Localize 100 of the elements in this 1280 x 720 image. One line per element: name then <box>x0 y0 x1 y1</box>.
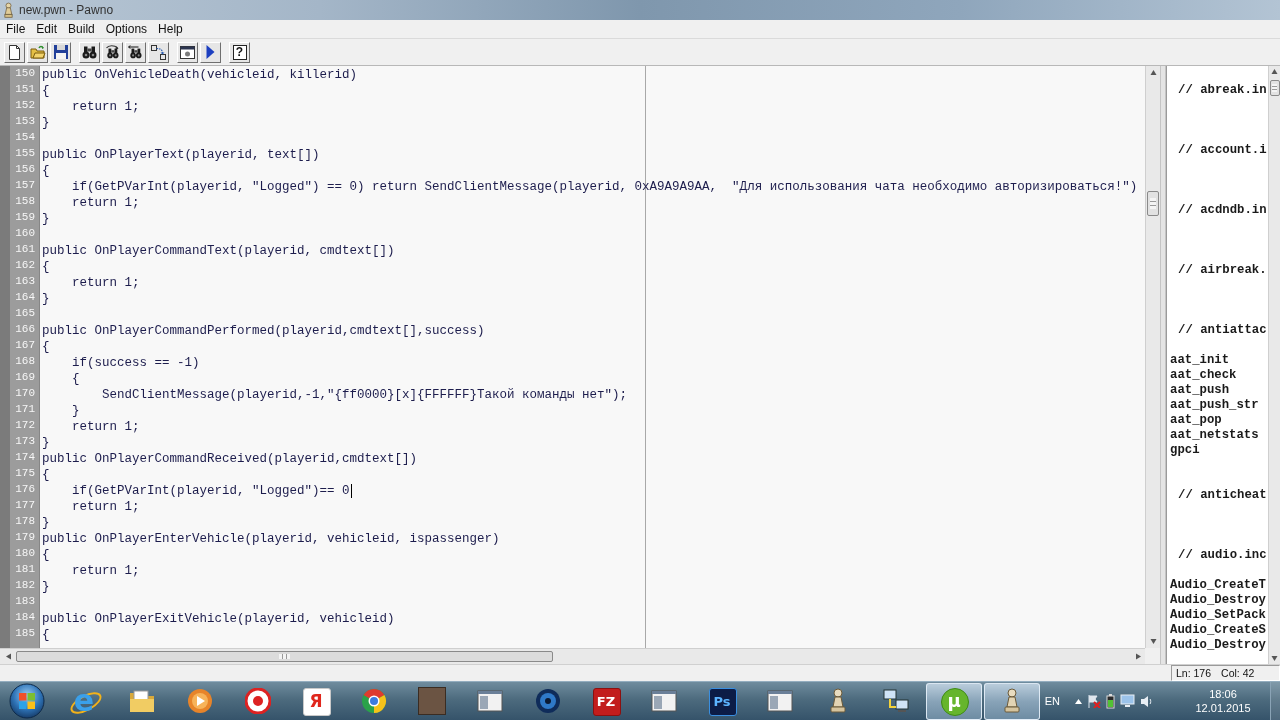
horizontal-scrollbar[interactable] <box>0 648 1145 664</box>
window-title: new.pwn - Pawno <box>19 3 114 17</box>
disc-icon <box>535 688 561 714</box>
flag-icon[interactable] <box>1087 694 1101 708</box>
line-number: 163 <box>14 275 36 289</box>
section-comment: // airbreak. <box>1178 263 1267 277</box>
down-arrow-icon[interactable] <box>1149 639 1157 644</box>
taskbar-button[interactable]: Ps <box>694 682 750 720</box>
column-indicator: Col: 42 <box>1221 667 1255 679</box>
function-item[interactable]: aat_pop <box>1170 413 1222 427</box>
pawn-icon <box>1004 688 1020 714</box>
monitor-icon[interactable] <box>1120 694 1135 708</box>
function-item[interactable]: Audio_Destroy <box>1170 593 1266 607</box>
toolbar-button[interactable] <box>200 41 221 63</box>
binoculars-arrow-icon <box>128 44 143 60</box>
function-item[interactable]: Audio_SetPack <box>1170 608 1266 622</box>
function-item[interactable]: aat_check <box>1170 368 1237 382</box>
menu-item[interactable]: Edit <box>31 20 63 38</box>
line-number: 172 <box>14 419 36 433</box>
left-arrow-icon[interactable] <box>6 653 11 660</box>
taskbar-button[interactable]: FZ <box>578 682 634 720</box>
code-line: return 1; <box>72 499 140 515</box>
scrollbar-thumb[interactable] <box>1269 80 1280 96</box>
function-item[interactable]: aat_push_str <box>1170 398 1259 412</box>
code-line: { <box>42 163 50 179</box>
toolbar-button[interactable] <box>125 41 146 63</box>
code-line: return 1; <box>72 195 140 211</box>
toolbar-button[interactable] <box>50 41 71 63</box>
code-line: return 1; <box>72 563 140 579</box>
code-line: } <box>42 435 50 451</box>
toolbar-button[interactable] <box>4 41 25 63</box>
function-item[interactable]: aat_netstats <box>1170 428 1259 442</box>
line-number: 182 <box>14 579 36 593</box>
code-line: if(GetPVarInt(playerid, "Logged") == 0) return SendClientMessage(playerid, 0xA9A9A9AA, "Для использования чата необходимо авторизироваться!") <box>72 179 1138 195</box>
speaker-icon[interactable] <box>1140 694 1152 708</box>
code-line: public OnPlayerCommandPerformed(playerid,cmdtext[],success) <box>42 323 485 339</box>
battery-icon[interactable] <box>1106 693 1115 709</box>
computers-icon <box>883 689 909 713</box>
line-number: 164 <box>14 291 36 305</box>
code-line: public OnVehicleDeath(vehicleid, killerid) <box>42 67 358 83</box>
code-line: } <box>72 403 80 419</box>
line-number: 170 <box>14 387 36 401</box>
scrollbar-thumb[interactable] <box>1147 191 1159 216</box>
function-item[interactable]: Audio_CreateT <box>1170 578 1266 592</box>
line-number: 159 <box>14 211 36 225</box>
pawn-icon <box>3 2 14 18</box>
taskbar-button[interactable] <box>984 682 1040 720</box>
line-number: 169 <box>14 371 36 385</box>
window-icon <box>767 690 793 712</box>
line-number: 160 <box>14 227 36 241</box>
taskbar-button[interactable]: Я <box>288 682 344 720</box>
toolbar-button[interactable] <box>102 41 123 63</box>
function-item[interactable]: Audio_CreateS <box>1170 623 1266 637</box>
toolbar-button[interactable] <box>177 41 198 63</box>
menu-item[interactable]: Help <box>153 20 188 38</box>
menu-item[interactable]: File <box>1 20 31 38</box>
up-arrow-icon[interactable] <box>1271 69 1278 74</box>
clock-time[interactable]: 18:06 <box>1209 688 1237 700</box>
line-number: 176 <box>14 483 36 497</box>
code-line: { <box>42 467 50 483</box>
right-arrow-icon[interactable] <box>1136 653 1141 660</box>
scrollbar-thumb[interactable] <box>16 651 553 662</box>
line-number: 173 <box>14 435 36 449</box>
code-line: } <box>42 211 50 227</box>
curved-arrow-icon <box>151 44 166 60</box>
photo-placeholder <box>418 687 446 715</box>
line-number: 156 <box>14 163 36 177</box>
toolbar-button[interactable] <box>148 41 169 63</box>
window-icon <box>180 45 195 59</box>
clock-date[interactable]: 12.01.2015 <box>1195 702 1251 714</box>
function-item[interactable]: gpci <box>1170 443 1200 457</box>
code-line: public OnPlayerCommandText(playerid, cmdtext[]) <box>42 243 395 259</box>
code-line: public OnPlayerText(playerid, text[]) <box>42 147 320 163</box>
blank-page-icon <box>8 44 21 60</box>
function-item[interactable]: Audio_Destroy <box>1170 638 1266 652</box>
pawn-icon <box>830 688 846 714</box>
vertical-scrollbar[interactable] <box>1145 66 1160 648</box>
language-indicator[interactable]: EN <box>1044 695 1060 707</box>
toolbar-button[interactable] <box>79 41 100 63</box>
play-icon <box>206 45 215 59</box>
code-line: return 1; <box>72 419 140 435</box>
open-folder-icon <box>29 45 46 59</box>
function-item[interactable]: aat_push <box>1170 383 1230 397</box>
vertical-scrollbar[interactable] <box>1268 66 1280 664</box>
menu-item[interactable]: Build <box>63 20 100 38</box>
code-line: if(success == -1) <box>72 355 200 371</box>
line-number: 155 <box>14 147 36 161</box>
down-arrow-icon[interactable] <box>1271 656 1278 661</box>
code-line: } <box>42 115 50 131</box>
ring-icon <box>245 688 271 714</box>
code-line: { <box>42 259 50 275</box>
menu-item[interactable]: Options <box>100 20 153 38</box>
code-line: SendClientMessage(playerid,-1,"{ff0000}[x]{FFFFFF}Такой команды нет"); <box>102 387 628 403</box>
code-line: } <box>42 515 50 531</box>
triangle-up-icon[interactable] <box>1075 698 1082 704</box>
up-arrow-icon[interactable] <box>1149 70 1157 75</box>
function-item[interactable]: aat_init <box>1170 353 1230 367</box>
line-indicator: Ln: 176 <box>1176 667 1212 679</box>
line-number: 167 <box>14 339 36 353</box>
code-line: return 1; <box>72 275 140 291</box>
